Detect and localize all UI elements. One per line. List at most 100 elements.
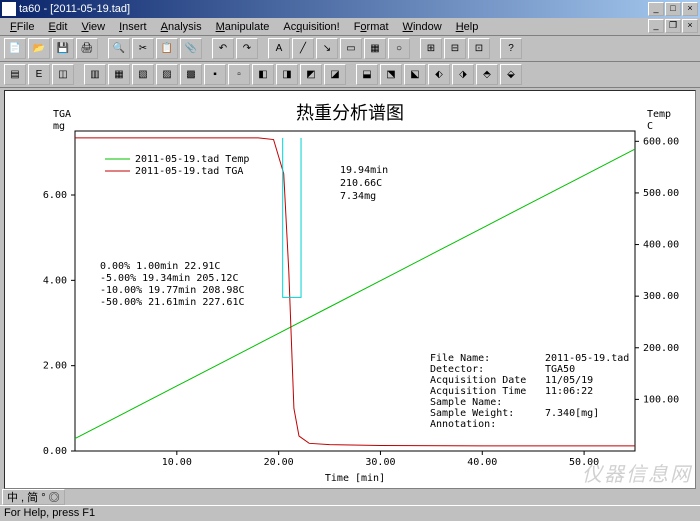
copy-button[interactable]: 📋 — [156, 38, 178, 59]
svg-text:19.94min: 19.94min — [340, 165, 388, 176]
svg-text:Acquisition Time: Acquisition Time — [430, 386, 526, 397]
minimize-button[interactable]: _ — [648, 2, 664, 16]
save-button[interactable]: 💾 — [52, 38, 74, 59]
chart-svg: 热重分析谱图 TGA mg Temp C 0.002.004.006.00100… — [5, 91, 695, 486]
menu-view[interactable]: View — [75, 20, 111, 34]
t2-7[interactable]: ▨ — [156, 64, 178, 85]
close-button[interactable]: × — [682, 2, 698, 16]
t2-20[interactable]: ⬘ — [476, 64, 498, 85]
menu-file[interactable]: FFileFile — [4, 20, 40, 34]
svg-text:400.00: 400.00 — [643, 240, 679, 251]
help-button[interactable]: ? — [500, 38, 522, 59]
svg-text:Sample Name:: Sample Name: — [430, 397, 502, 408]
status-text: For Help, press F1 — [4, 507, 95, 519]
menu-insert[interactable]: Insert — [113, 20, 153, 34]
menu-format[interactable]: Format — [348, 20, 395, 34]
app-icon — [2, 2, 16, 16]
chart-title: 热重分析谱图 — [296, 103, 404, 124]
mdi-close-button[interactable]: × — [682, 19, 698, 33]
svg-text:30.00: 30.00 — [365, 457, 395, 468]
svg-text:Detector:: Detector: — [430, 364, 484, 375]
svg-text:Annotation:: Annotation: — [430, 419, 496, 430]
menubar: FFileFile Edit View Insert Analysis Mani… — [0, 18, 700, 36]
svg-text:11/05/19: 11/05/19 — [545, 375, 593, 386]
svg-text:2011-05-19.tad: 2011-05-19.tad — [545, 353, 629, 364]
menu-manipulate[interactable]: Manipulate — [210, 20, 276, 34]
svg-text:Sample Weight:: Sample Weight: — [430, 408, 514, 419]
svg-text:-5.00% 19.34min 205.12C: -5.00% 19.34min 205.12C — [100, 273, 238, 284]
y-left-label: TGA — [53, 109, 71, 120]
menu-edit[interactable]: Edit — [42, 20, 73, 34]
mdi-restore-button[interactable]: ❐ — [665, 19, 681, 33]
t2-11[interactable]: ◧ — [252, 64, 274, 85]
t2-8[interactable]: ▩ — [180, 64, 202, 85]
svg-text:4.00: 4.00 — [43, 275, 67, 286]
t2-21[interactable]: ⬙ — [500, 64, 522, 85]
window-title: ta60 - [2011-05-19.tad] — [19, 3, 648, 15]
svg-text:2011-05-19.tad TGA: 2011-05-19.tad TGA — [135, 166, 243, 177]
y-right-unit: C — [647, 121, 653, 132]
search-button[interactable]: 🔍 — [108, 38, 130, 59]
x-label: Time [min] — [325, 473, 385, 484]
t2-2[interactable]: E — [28, 64, 50, 85]
svg-text:100.00: 100.00 — [643, 394, 679, 405]
svg-text:10.00: 10.00 — [162, 457, 192, 468]
y-right-label: Temp — [647, 109, 671, 120]
toolbar-1: 📄 📂 💾 🖨 🔍 ✂ 📋 📎 ↶ ↷ A ╱ ↘ ▭ ▦ ○ ⊞ ⊟ ⊡ ? — [0, 36, 700, 62]
t2-17[interactable]: ⬕ — [404, 64, 426, 85]
t2-19[interactable]: ⬗ — [452, 64, 474, 85]
t2-6[interactable]: ▧ — [132, 64, 154, 85]
svg-text:2.00: 2.00 — [43, 361, 67, 372]
cut-button[interactable]: ✂ — [132, 38, 154, 59]
t2-12[interactable]: ◨ — [276, 64, 298, 85]
t2-18[interactable]: ⬖ — [428, 64, 450, 85]
open-button[interactable]: 📂 — [28, 38, 50, 59]
t2-10[interactable]: ▫ — [228, 64, 250, 85]
tool-x1-button[interactable]: ⊞ — [420, 38, 442, 59]
tool-a-button[interactable]: A — [268, 38, 290, 59]
mdi-minimize-button[interactable]: _ — [648, 19, 664, 33]
t2-5[interactable]: ▦ — [108, 64, 130, 85]
svg-text:7.34mg: 7.34mg — [340, 191, 376, 202]
redo-button[interactable]: ↷ — [236, 38, 258, 59]
menu-window[interactable]: Window — [397, 20, 448, 34]
statusbar: For Help, press F1 — [0, 505, 700, 521]
svg-text:500.00: 500.00 — [643, 188, 679, 199]
ime-bar[interactable]: 中 , 简 ° ◎ — [2, 489, 65, 505]
svg-text:210.66C: 210.66C — [340, 178, 382, 189]
plot-area: 热重分析谱图 TGA mg Temp C 0.002.004.006.00100… — [4, 90, 696, 489]
tool-arrow-button[interactable]: ↘ — [316, 38, 338, 59]
menu-acquisition[interactable]: Acquisition! — [277, 20, 345, 34]
tool-circle-button[interactable]: ○ — [388, 38, 410, 59]
t2-13[interactable]: ◩ — [300, 64, 322, 85]
menu-help[interactable]: Help — [450, 20, 485, 34]
titlebar: ta60 - [2011-05-19.tad] _ □ × — [0, 0, 700, 18]
t2-1[interactable]: ▤ — [4, 64, 26, 85]
svg-text:20.00: 20.00 — [264, 457, 294, 468]
t2-4[interactable]: ▥ — [84, 64, 106, 85]
tool-frame-button[interactable]: ▦ — [364, 38, 386, 59]
svg-text:0.00: 0.00 — [43, 446, 67, 457]
new-button[interactable]: 📄 — [4, 38, 26, 59]
menu-analysis[interactable]: Analysis — [155, 20, 208, 34]
t2-3[interactable]: ◫ — [52, 64, 74, 85]
svg-text:File Name:: File Name: — [430, 353, 490, 364]
svg-text:11:06:22: 11:06:22 — [545, 386, 593, 397]
print-button[interactable]: 🖨 — [76, 38, 98, 59]
t2-16[interactable]: ⬔ — [380, 64, 402, 85]
svg-text:0.00% 1.00min 22.91C: 0.00% 1.00min 22.91C — [100, 261, 220, 272]
tool-rect-button[interactable]: ▭ — [340, 38, 362, 59]
t2-9[interactable]: ▪ — [204, 64, 226, 85]
watermark: 仪器信息网 — [582, 458, 692, 487]
svg-text:TGA50: TGA50 — [545, 364, 575, 375]
tool-line-button[interactable]: ╱ — [292, 38, 314, 59]
t2-14[interactable]: ◪ — [324, 64, 346, 85]
paste-button[interactable]: 📎 — [180, 38, 202, 59]
t2-15[interactable]: ⬓ — [356, 64, 378, 85]
svg-text:7.340[mg]: 7.340[mg] — [545, 408, 599, 419]
maximize-button[interactable]: □ — [665, 2, 681, 16]
undo-button[interactable]: ↶ — [212, 38, 234, 59]
tool-x2-button[interactable]: ⊟ — [444, 38, 466, 59]
tool-x3-button[interactable]: ⊡ — [468, 38, 490, 59]
svg-text:40.00: 40.00 — [467, 457, 497, 468]
